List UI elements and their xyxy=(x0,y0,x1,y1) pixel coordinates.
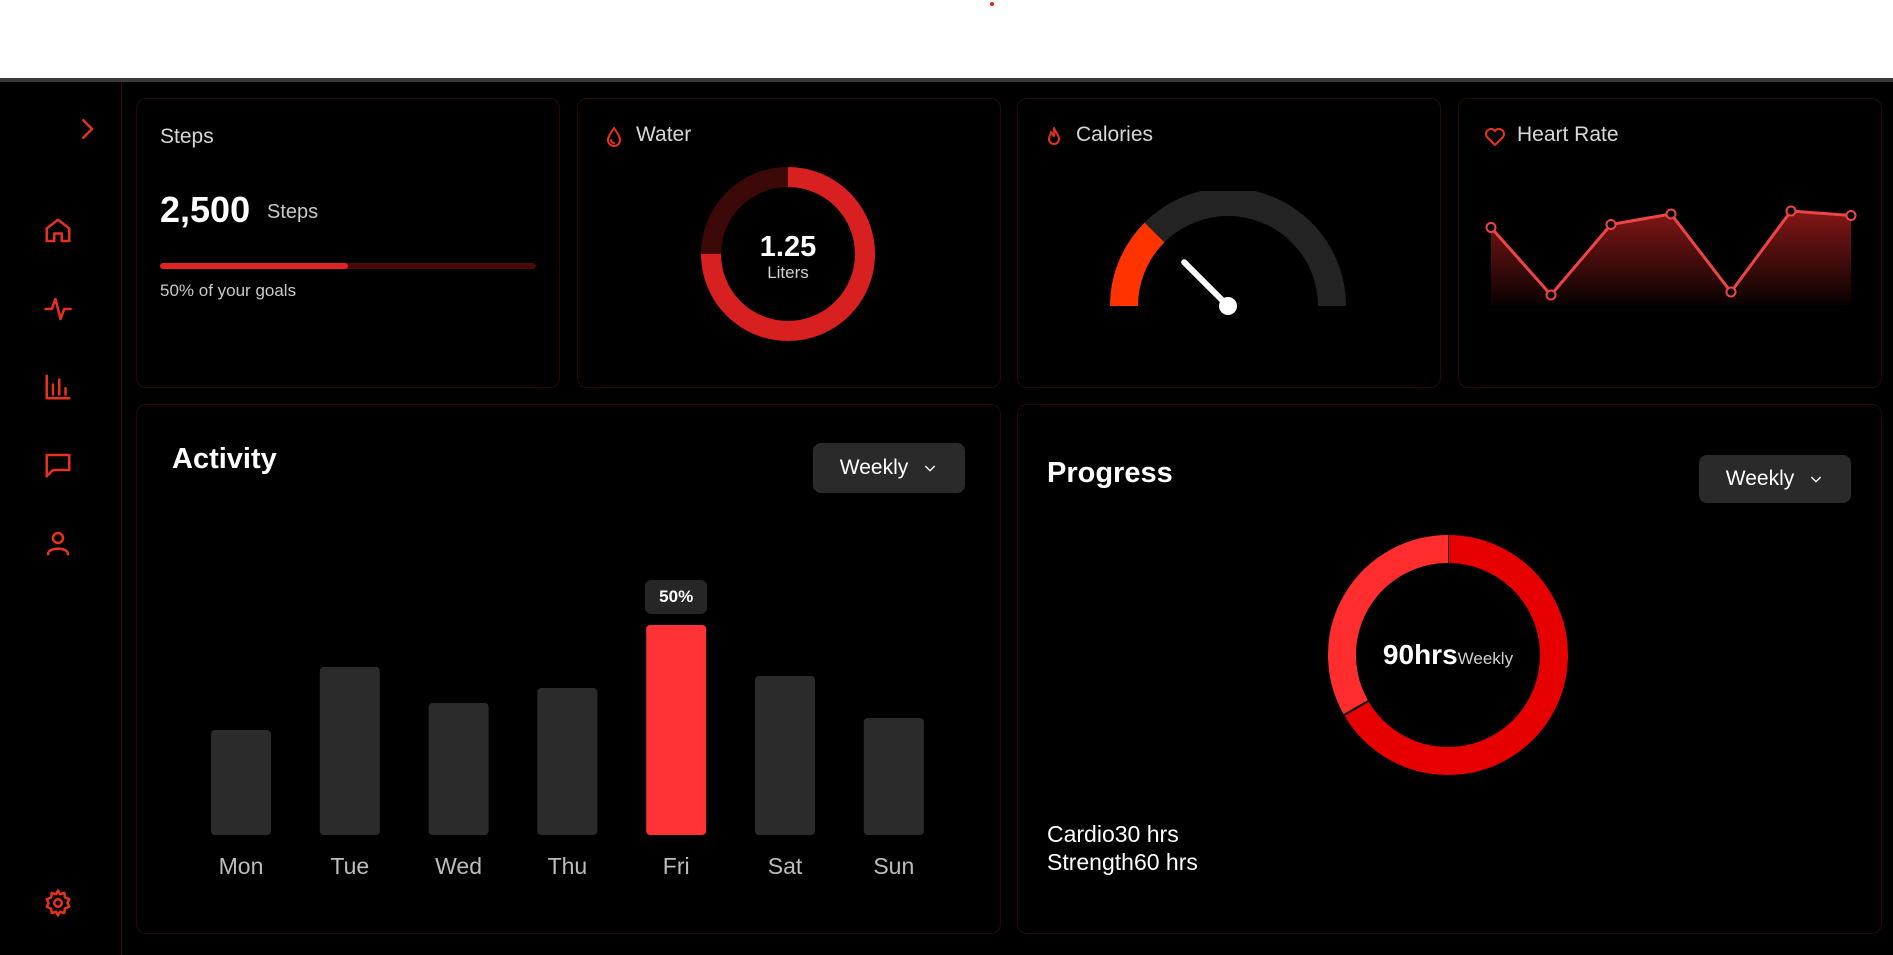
activity-card: Activity Weekly Mon Tue Wed Thu Fri 50% Sat Sun xyxy=(136,404,1001,934)
user-icon[interactable] xyxy=(41,526,75,560)
day-label: Tue xyxy=(330,853,370,879)
progress-center-value: 90hrs xyxy=(1382,639,1458,670)
day-label: Fri xyxy=(662,853,690,879)
steps-card: Steps 2,500 Steps 50% of your goals xyxy=(136,98,560,388)
water-drop-icon xyxy=(602,125,626,149)
day-label: Sat xyxy=(767,853,803,879)
heart-rate-point xyxy=(1545,289,1557,301)
progress-card: Progress Weekly 90hrsWeekly Cardio30 hrs… xyxy=(1017,404,1882,934)
progress-range-dropdown[interactable]: Weekly xyxy=(1699,455,1851,503)
gauge-fill xyxy=(1110,222,1165,307)
activity-range-label: Weekly xyxy=(839,456,909,479)
steps-value: 2,500 xyxy=(160,189,251,230)
chevron-down-icon xyxy=(1811,476,1822,483)
activity-icon[interactable] xyxy=(41,292,75,326)
calories-title: Calories xyxy=(1076,123,1154,146)
activity-bar xyxy=(863,718,924,835)
progress-range-label: Weekly xyxy=(1725,467,1795,490)
heart-rate-point xyxy=(1725,286,1737,298)
heart-rate-point xyxy=(1845,210,1857,221)
heart-rate-point xyxy=(1665,208,1677,220)
chevron-right-icon[interactable] xyxy=(70,112,104,146)
message-icon[interactable] xyxy=(41,448,75,482)
steps-progress-track xyxy=(160,263,536,269)
activity-bar xyxy=(211,730,271,835)
dashboard-app: Steps 2,500 Steps 50% of your goals Wate… xyxy=(0,82,1893,955)
sidebar xyxy=(0,82,122,955)
bar-chart-icon[interactable] xyxy=(41,370,75,404)
activity-bar xyxy=(537,688,598,835)
activity-bar xyxy=(428,703,489,835)
gauge-track xyxy=(1110,191,1346,307)
day-label: Mon xyxy=(218,853,264,879)
day-label: Thu xyxy=(547,853,588,879)
activity-bar xyxy=(319,667,380,835)
activity-range-dropdown[interactable]: Weekly xyxy=(813,443,965,493)
heart-rate-point xyxy=(1605,219,1617,230)
indicator-dot xyxy=(990,2,994,6)
heart-rate-point xyxy=(1785,205,1797,217)
water-unit: Liters xyxy=(767,263,809,282)
legend-item-strength: Strength60 hrs xyxy=(1047,849,1198,876)
home-icon[interactable] xyxy=(41,214,75,248)
progress-title: Progress xyxy=(1047,457,1173,489)
steps-goal-text: 50% of your goals xyxy=(160,281,297,300)
day-label: Sun xyxy=(873,853,915,879)
heart-rate-point xyxy=(1485,222,1497,233)
progress-center-label: Weekly xyxy=(1457,649,1514,668)
steps-title: Steps xyxy=(160,125,214,148)
progress-center: 90hrsWeekly xyxy=(1328,639,1568,671)
water-value: 1.25 xyxy=(759,231,817,263)
heart-rate-area xyxy=(1491,211,1851,305)
activity-bar xyxy=(755,676,815,835)
water-title: Water xyxy=(636,123,692,146)
heart-rate-chart xyxy=(1485,205,1857,305)
water-card: Water 1.25 Liters xyxy=(577,98,1001,388)
calories-gauge xyxy=(1110,191,1346,315)
legend-item-cardio: Cardio30 hrs xyxy=(1047,821,1179,848)
calories-card: Calories xyxy=(1017,98,1441,388)
steps-progress-fill xyxy=(160,263,348,269)
settings-gear-icon[interactable] xyxy=(41,886,75,920)
heart-rate-title: Heart Rate xyxy=(1517,123,1619,146)
legend-name: Strength xyxy=(1047,849,1134,875)
heart-rate-card: Heart Rate xyxy=(1458,98,1882,388)
legend-hours: 60 hrs xyxy=(1133,849,1198,875)
legend-name: Cardio xyxy=(1047,821,1115,847)
chevron-down-icon xyxy=(925,465,936,472)
day-label: Wed xyxy=(435,853,483,879)
legend-hours: 30 hrs xyxy=(1114,821,1179,847)
progress-segment-cardio xyxy=(1328,535,1449,715)
activity-bar xyxy=(646,625,707,835)
gauge-needle xyxy=(1181,259,1231,309)
browser-top-area xyxy=(0,0,1893,79)
activity-bar-chart xyxy=(211,625,924,835)
activity-tooltip: 50% xyxy=(645,580,708,614)
activity-title: Activity xyxy=(172,443,277,475)
steps-unit: Steps xyxy=(267,201,319,223)
heart-icon xyxy=(1483,125,1507,149)
gauge-hub xyxy=(1219,297,1237,315)
flame-icon xyxy=(1042,125,1066,149)
